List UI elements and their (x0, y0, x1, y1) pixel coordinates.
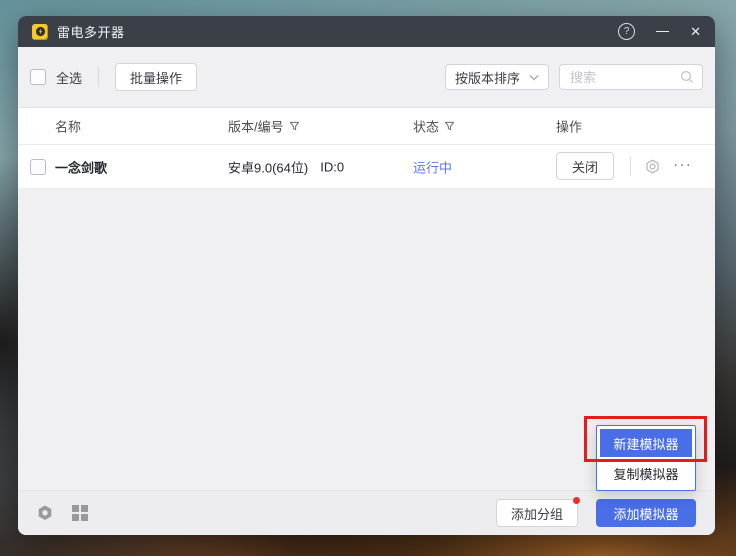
row-action-divider (630, 157, 631, 176)
row-settings-gear-icon[interactable] (644, 158, 661, 175)
help-icon[interactable]: ? (618, 23, 635, 40)
emulator-android-version: 安卓9.0(64位) (228, 157, 308, 176)
header-version-label: 版本/编号 (228, 117, 284, 136)
header-status-label: 状态 (413, 117, 439, 136)
emulator-id: ID:0 (320, 159, 344, 174)
toolbar: 全选 批量操作 按版本排序 (18, 47, 715, 107)
header-action: 操作 (556, 117, 582, 136)
settings-gear-icon[interactable] (36, 504, 54, 522)
footer-bar: 添加分组 添加模拟器 (18, 490, 715, 535)
batch-action-button[interactable]: 批量操作 (115, 63, 197, 91)
filter-icon[interactable] (289, 121, 300, 132)
header-name: 名称 (55, 117, 81, 136)
desktop-background: 雷电多开器 ? ✕ 全选 批量操作 按版本排序 (0, 0, 736, 556)
select-all-checkbox[interactable] (30, 69, 46, 85)
row-checkbox[interactable] (30, 159, 46, 175)
search-box (559, 64, 703, 90)
title-bar: 雷电多开器 ? ✕ (18, 16, 715, 47)
menu-item-new-emulator[interactable]: 新建模拟器 (600, 429, 692, 457)
header-version[interactable]: 版本/编号 (228, 117, 300, 136)
status-badge: 运行中 (413, 157, 452, 176)
app-logo-icon (32, 24, 48, 40)
add-emulator-popup-menu: 新建模拟器 复制模拟器 (596, 425, 696, 491)
search-input[interactable] (568, 69, 674, 86)
search-icon (680, 70, 694, 84)
table-header: 名称 版本/编号 状态 操作 (18, 107, 715, 145)
stop-emulator-button[interactable]: 关闭 (556, 152, 614, 180)
filter-icon[interactable] (444, 121, 455, 132)
select-all-label: 全选 (56, 68, 82, 87)
header-status[interactable]: 状态 (413, 117, 455, 136)
notification-dot (573, 497, 580, 504)
menu-item-copy-emulator[interactable]: 复制模拟器 (600, 459, 692, 487)
sort-dropdown[interactable]: 按版本排序 (445, 64, 549, 90)
more-actions-icon[interactable]: ··· (673, 156, 692, 174)
window-title: 雷电多开器 (57, 22, 125, 41)
add-group-label: 添加分组 (511, 504, 563, 523)
add-group-button[interactable]: 添加分组 (496, 499, 578, 527)
emulator-version: 安卓9.0(64位) ID:0 (228, 157, 344, 176)
grid-view-icon[interactable] (72, 505, 88, 521)
sort-dropdown-value: 按版本排序 (455, 68, 520, 87)
toolbar-divider (98, 67, 99, 87)
add-emulator-button[interactable]: 添加模拟器 (596, 499, 696, 527)
table-row[interactable]: 一念剑歌 安卓9.0(64位) ID:0 运行中 关闭 ··· (18, 145, 715, 189)
window-controls: ? ✕ (618, 23, 701, 40)
emulator-name: 一念剑歌 (55, 157, 107, 176)
chevron-down-icon (529, 74, 539, 81)
minimize-icon[interactable] (656, 24, 669, 39)
close-icon[interactable]: ✕ (690, 25, 701, 38)
